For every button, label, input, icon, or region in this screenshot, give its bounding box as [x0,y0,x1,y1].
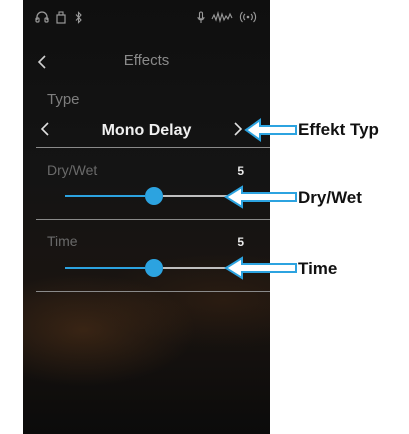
divider [36,219,270,220]
dry-wet-slider-thumb[interactable] [145,187,163,205]
audio-recorder-icon [211,10,233,26]
time-slider[interactable] [65,257,270,279]
time-annotation: Time [298,259,338,278]
time-slider-thumb[interactable] [145,259,163,277]
dry-wet-annotation: Dry/Wet [298,188,362,207]
time-value: 5 [237,235,244,249]
status-bar [23,0,270,38]
dry-wet-slider-track [163,195,270,197]
divider [36,147,270,148]
bluetooth-icon [75,11,83,27]
type-label: Type [47,91,80,108]
dry-wet-slider-fill [65,195,145,197]
dry-wet-label: Dry/Wet [47,162,98,178]
effect-type-annotation: Effekt Typ [298,120,379,139]
wireless-icon [239,11,257,26]
time-label: Time [47,233,78,249]
phone-screen: Effects Type Mono Delay Dry/Wet 5 Time 5 [23,0,270,434]
headphones-icon [35,11,49,26]
page-title: Effects [123,52,170,69]
usb-icon [56,11,66,27]
dry-wet-slider[interactable] [65,185,270,207]
microphone-icon [197,11,205,27]
time-slider-track [163,267,270,269]
next-type-chevron-icon[interactable] [233,122,247,140]
divider [36,291,270,292]
dry-wet-value: 5 [237,164,244,178]
time-slider-fill [65,267,145,269]
